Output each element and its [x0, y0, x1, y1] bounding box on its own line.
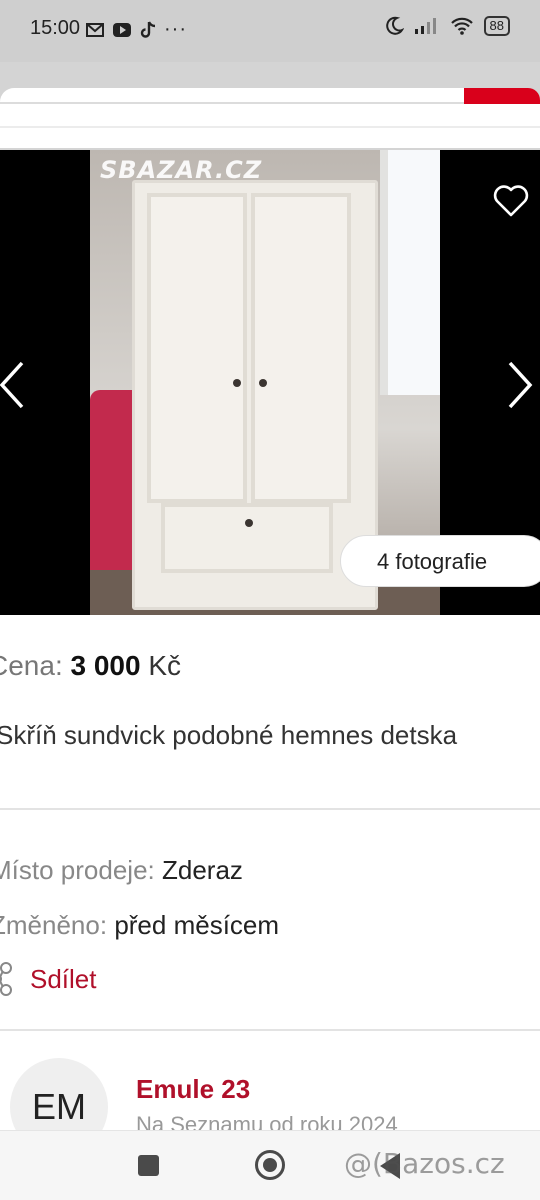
- more-dots-icon: ···: [164, 18, 187, 40]
- wifi-icon: [450, 17, 473, 35]
- photo-window: [380, 150, 440, 395]
- next-photo-arrow-icon[interactable]: [500, 355, 540, 415]
- price-value: 3 000: [70, 650, 141, 681]
- location-row: Místo prodeje: Zderaz: [0, 855, 243, 886]
- bazos-watermark: @(Bazos.cz: [344, 1147, 505, 1180]
- share-icon: [0, 962, 12, 996]
- section-divider: [0, 1029, 540, 1031]
- moon-icon: [385, 16, 404, 35]
- location-value: Zderaz: [161, 855, 243, 885]
- header-divider: [0, 126, 540, 128]
- previous-photo-arrow-icon[interactable]: [0, 355, 34, 415]
- youtube-icon: [113, 22, 131, 37]
- recent-apps-icon[interactable]: [138, 1155, 159, 1176]
- price-currency: Kč: [148, 650, 182, 681]
- status-bar: 15:00 ··· 88: [0, 0, 540, 62]
- changed-label: Změněno:: [0, 910, 108, 940]
- share-button[interactable]: Sdílet: [0, 962, 97, 996]
- sheet-header: [0, 88, 540, 148]
- photo-gallery[interactable]: SBAZAR.CZ 4 fotografie: [0, 150, 540, 615]
- photo-wardrobe: [132, 180, 378, 610]
- battery-indicator: 88: [483, 16, 510, 36]
- changed-row: Změněno: před měsícem: [0, 910, 279, 941]
- tiktok-icon: [140, 20, 156, 38]
- section-divider: [0, 808, 540, 810]
- location-label: Místo prodeje:: [0, 855, 155, 885]
- photo-count-button[interactable]: 4 fotografie: [340, 535, 540, 587]
- seller-name-link[interactable]: Emule 23: [136, 1074, 250, 1105]
- home-icon[interactable]: [255, 1150, 285, 1180]
- scroll-progress-accent: [464, 88, 540, 104]
- price-label: Cena:: [0, 650, 63, 681]
- photo-watermark: SBAZAR.CZ: [100, 156, 263, 184]
- favorite-heart-icon[interactable]: [492, 182, 530, 218]
- system-status-icons: 88: [384, 16, 510, 36]
- listing-title: Skříň sundvick podobné hemnes detska: [0, 720, 458, 750]
- price-row: Cena: 3 000 Kč: [0, 650, 181, 682]
- signal-icon: [414, 18, 436, 34]
- status-time: 15:00: [30, 17, 81, 39]
- mail-icon: [86, 22, 104, 37]
- share-label: Sdílet: [30, 963, 97, 994]
- changed-value: před měsícem: [114, 910, 280, 940]
- notification-icons: ···: [86, 18, 187, 41]
- scroll-progress-track: [0, 102, 464, 104]
